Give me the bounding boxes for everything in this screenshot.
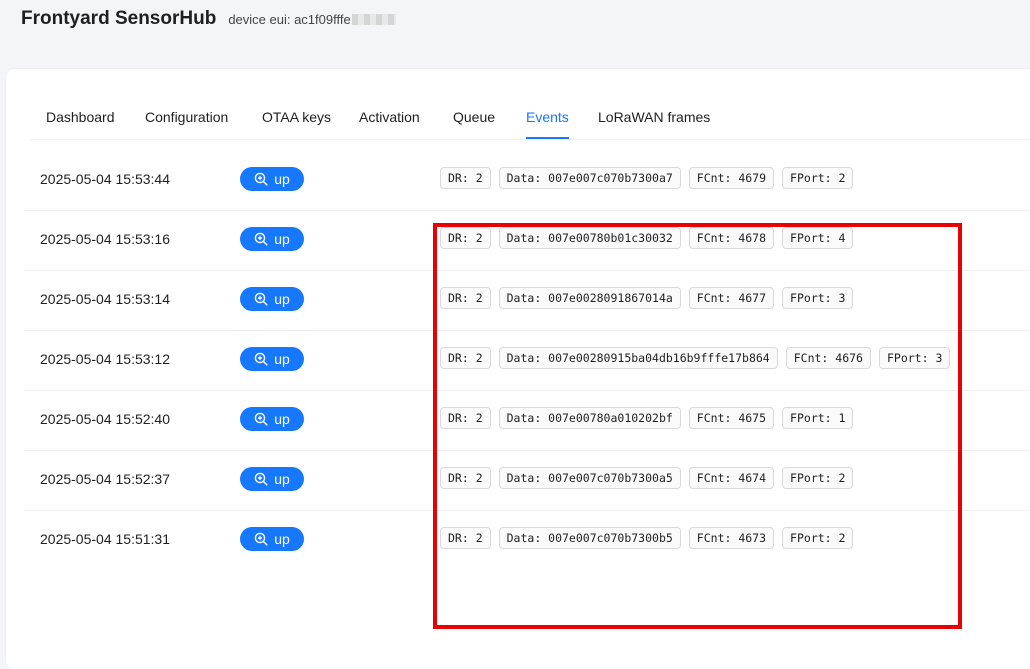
event-tags: DR: 2 Data: 007e007c070b7300b5 FCnt: 467… [440,527,854,549]
fport-tag: FPort: 2 [782,527,854,549]
event-timestamp: 2025-05-04 15:53:16 [40,231,170,247]
data-tag: Data: 007e00780a010202bf [498,407,681,429]
tab-bar: Dashboard Configuration OTAA keys Activa… [30,109,1030,140]
fcnt-tag: FCnt: 4675 [688,407,775,429]
tab-configuration[interactable]: Configuration [145,109,228,139]
up-event-button[interactable]: up [240,167,304,191]
event-type-label: up [274,171,290,187]
dr-tag: DR: 2 [440,167,491,189]
event-row: 2025-05-04 15:51:31 up DR: 2 Data: 007e0… [24,511,1030,570]
event-tags: DR: 2 Data: 007e00780b01c30032 FCnt: 467… [440,227,854,249]
event-row: 2025-05-04 15:53:44 up DR: 2 Data: 007e0… [24,151,1030,211]
event-row: 2025-05-04 15:52:37 up DR: 2 Data: 007e0… [24,451,1030,511]
event-timestamp: 2025-05-04 15:51:31 [40,531,170,547]
tab-activation[interactable]: Activation [359,109,420,139]
event-timestamp: 2025-05-04 15:53:12 [40,351,170,367]
device-eui-label: device eui: ac1f09fffe [228,12,351,27]
tab-lorawan-frames[interactable]: LoRaWAN frames [598,109,710,139]
zoom-in-icon [254,532,268,546]
fport-tag: FPort: 2 [782,467,854,489]
dr-tag: DR: 2 [440,227,491,249]
data-tag: Data: 007e00280915ba04db16b9fffe17b864 [498,347,778,369]
device-eui: device eui: ac1f09fffe [228,12,396,27]
event-type-label: up [274,291,290,307]
event-tags: DR: 2 Data: 007e0028091867014a FCnt: 467… [440,287,854,309]
fport-tag: FPort: 2 [782,167,854,189]
event-type-label: up [274,531,290,547]
event-timestamp: 2025-05-04 15:52:37 [40,471,170,487]
fcnt-tag: FCnt: 4673 [688,527,775,549]
up-event-button[interactable]: up [240,527,304,551]
up-event-button[interactable]: up [240,407,304,431]
redacted-eui-mask [351,14,396,25]
zoom-in-icon [254,472,268,486]
zoom-in-icon [254,232,268,246]
tab-otaa-keys[interactable]: OTAA keys [262,109,331,139]
fcnt-tag: FCnt: 4679 [688,167,775,189]
event-tags: DR: 2 Data: 007e00780a010202bf FCnt: 467… [440,407,854,429]
fport-tag: FPort: 3 [878,347,951,369]
event-type-label: up [274,411,290,427]
up-event-button[interactable]: up [240,347,304,371]
dr-tag: DR: 2 [440,347,491,369]
up-event-button[interactable]: up [240,467,304,491]
data-tag: Data: 007e007c070b7300a7 [498,167,681,189]
zoom-in-icon [254,352,268,366]
event-timestamp: 2025-05-04 15:53:14 [40,291,170,307]
data-tag: Data: 007e007c070b7300a5 [498,467,681,489]
event-row: 2025-05-04 15:53:12 up DR: 2 Data: 007e0… [24,331,1030,391]
tab-events[interactable]: Events [526,109,569,139]
page-header: Frontyard SensorHub device eui: ac1f09ff… [21,8,396,38]
event-timestamp: 2025-05-04 15:52:40 [40,411,170,427]
up-event-button[interactable]: up [240,287,304,311]
data-tag: Data: 007e0028091867014a [498,287,681,309]
zoom-in-icon [254,292,268,306]
event-tags: DR: 2 Data: 007e007c070b7300a7 FCnt: 467… [440,167,854,189]
event-row: 2025-05-04 15:53:14 up DR: 2 Data: 007e0… [24,271,1030,331]
tab-queue[interactable]: Queue [453,109,495,139]
dr-tag: DR: 2 [440,527,491,549]
tab-dashboard[interactable]: Dashboard [46,109,115,139]
app-title: Frontyard SensorHub [21,8,217,29]
fcnt-tag: FCnt: 4677 [688,287,775,309]
event-type-label: up [274,351,290,367]
zoom-in-icon [254,172,268,186]
fport-tag: FPort: 4 [782,227,854,249]
event-row: 2025-05-04 15:53:16 up DR: 2 Data: 007e0… [24,211,1030,271]
fport-tag: FPort: 3 [782,287,854,309]
fcnt-tag: FCnt: 4678 [688,227,775,249]
data-tag: Data: 007e00780b01c30032 [498,227,681,249]
event-row: 2025-05-04 15:52:40 up DR: 2 Data: 007e0… [24,391,1030,451]
event-type-label: up [274,231,290,247]
events-list: 2025-05-04 15:53:44 up DR: 2 Data: 007e0… [24,151,1030,570]
fcnt-tag: FCnt: 4676 [785,347,871,369]
data-tag: Data: 007e007c070b7300b5 [498,527,681,549]
dr-tag: DR: 2 [440,287,491,309]
dr-tag: DR: 2 [440,407,491,429]
event-timestamp: 2025-05-04 15:53:44 [40,171,170,187]
event-tags: DR: 2 Data: 007e007c070b7300a5 FCnt: 467… [440,467,854,489]
event-type-label: up [274,471,290,487]
zoom-in-icon [254,412,268,426]
fport-tag: FPort: 1 [782,407,854,429]
up-event-button[interactable]: up [240,227,304,251]
event-tags: DR: 2 Data: 007e00280915ba04db16b9fffe17… [440,347,951,369]
fcnt-tag: FCnt: 4674 [688,467,775,489]
dr-tag: DR: 2 [440,467,491,489]
